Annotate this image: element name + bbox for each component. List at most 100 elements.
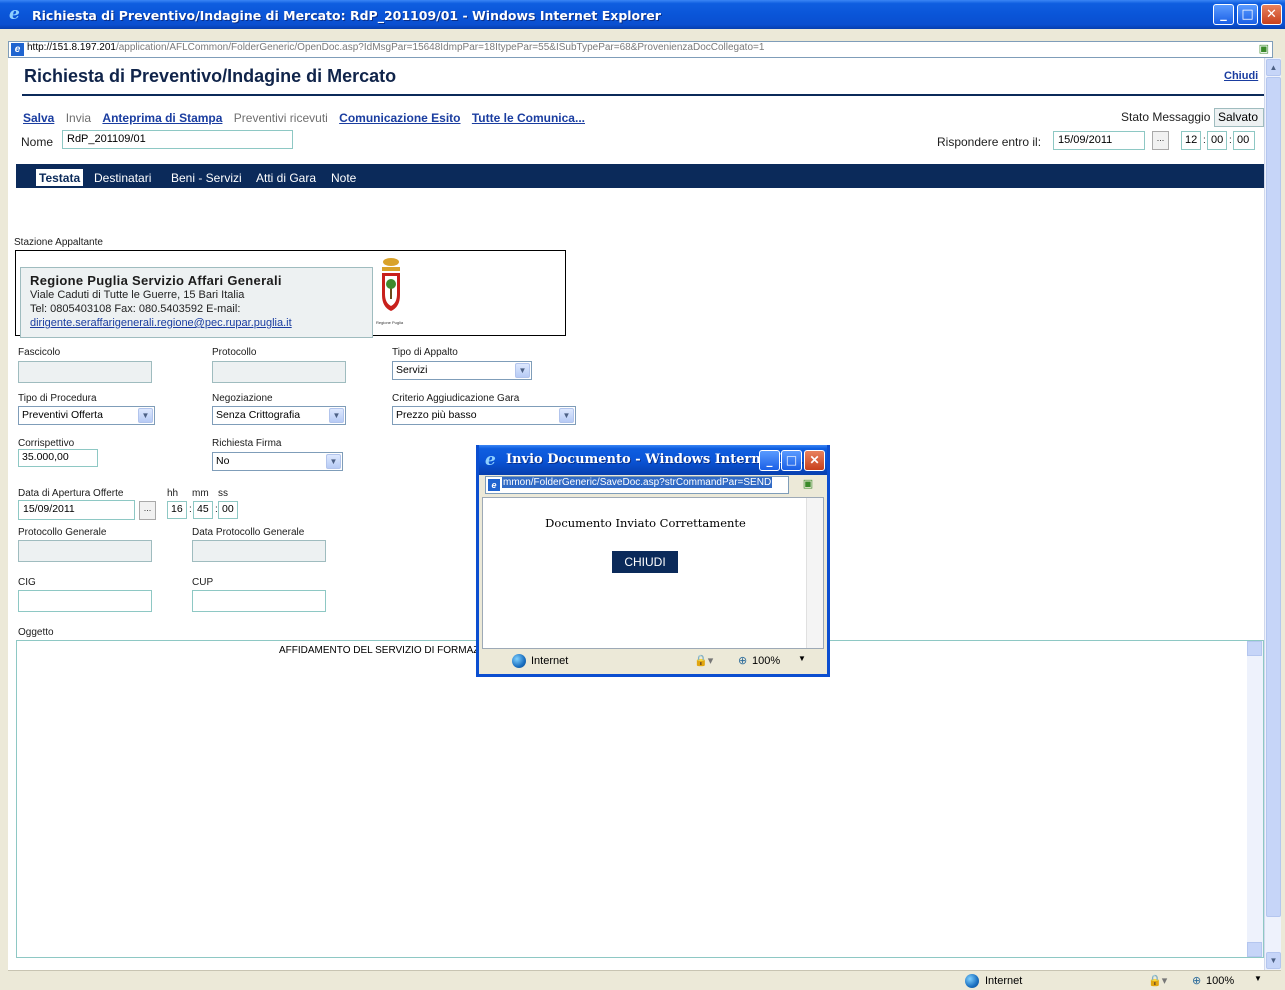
url-host: http://151.8.197.201 (27, 42, 116, 53)
popup-zone: Internet (531, 655, 569, 667)
maximize-icon[interactable]: □ (781, 450, 802, 471)
stato-value: Salvato (1214, 108, 1264, 127)
oggetto-textarea[interactable]: AFFIDAMENTO DEL SERVIZIO DI FORMAZ (16, 640, 1264, 958)
tab-destinatari[interactable]: Destinatari (94, 171, 151, 185)
tutte-comunicazioni-link[interactable]: Tutte le Comunica... (472, 111, 585, 125)
station-label: Stazione Appaltante (14, 237, 103, 248)
salva-link[interactable]: Salva (23, 111, 54, 125)
protocollo-generale-field (18, 540, 152, 562)
chiudi-button[interactable]: CHIUDI (612, 551, 678, 573)
security-icon[interactable]: 🔒▾ (694, 654, 713, 667)
status-zoom[interactable]: 100% (1206, 975, 1234, 987)
scroll-down-icon[interactable] (1247, 942, 1262, 957)
chevron-down-icon[interactable]: ▼ (138, 408, 153, 423)
oggetto-text: AFFIDAMENTO DEL SERVIZIO DI FORMAZ (279, 645, 480, 656)
security-icon[interactable]: 🔒▾ (1148, 974, 1167, 987)
scroll-thumb[interactable] (1266, 77, 1281, 917)
hh-label: hh (167, 488, 179, 499)
criterio-select[interactable]: Prezzo più basso ▼ (392, 406, 576, 425)
rispondere-ss-field[interactable]: 00 (1233, 131, 1255, 150)
popup-status-bar: Internet 🔒▾ ⊕ 100% ▼ (482, 651, 824, 671)
anteprima-link[interactable]: Anteprima di Stampa (102, 111, 222, 125)
invio-documento-popup: e Invio Documento - Windows Internet E..… (476, 445, 830, 677)
globe-icon (512, 654, 526, 668)
address-bar[interactable]: e http://151.8.197.201/application/AFLCom… (8, 41, 1273, 58)
close-icon[interactable]: ✕ (1261, 4, 1282, 25)
stato-label: Stato Messaggio (1121, 110, 1211, 124)
popup-zoom[interactable]: 100% (752, 655, 780, 667)
popup-address-bar[interactable]: e mmon/FolderGeneric/SaveDoc.asp?strComma… (485, 476, 789, 494)
maximize-icon[interactable]: □ (1237, 4, 1258, 25)
popup-title-bar[interactable]: e Invio Documento - Windows Internet E..… (479, 445, 827, 475)
comunicazione-link[interactable]: Comunicazione Esito (339, 111, 460, 125)
zoom-icon: ⊕ (738, 655, 748, 667)
negoziazione-select[interactable]: Senza Crittografia ▼ (212, 406, 346, 425)
nome-field[interactable]: RdP_201109/01 (62, 130, 293, 149)
compat-icon[interactable]: ▣ (1259, 42, 1269, 55)
data-apertura-field[interactable]: 15/09/2011 (18, 500, 135, 520)
tab-beni-servizi[interactable]: Beni - Servizi (171, 171, 242, 185)
nome-label: Nome (21, 135, 54, 149)
tipo-appalto-value: Servizi (396, 364, 428, 376)
tab-atti-di-gara[interactable]: Atti di Gara (256, 171, 316, 185)
station-card: Regione Puglia Servizio Affari Generali … (20, 267, 373, 338)
station-email-link[interactable]: dirigente.seraffarigenerali.regione@pec.… (30, 316, 363, 330)
minimize-icon[interactable]: _ (759, 450, 780, 471)
scroll-up-icon[interactable] (1247, 641, 1262, 656)
rispondere-date-field[interactable]: 15/09/2011 (1053, 131, 1145, 150)
fascicolo-label: Fascicolo (18, 347, 61, 358)
protocollo-field (212, 361, 346, 383)
rispondere-mm-field[interactable]: 00 (1207, 131, 1227, 150)
preventivi-link[interactable]: Preventivi ricevuti (234, 111, 328, 125)
apertura-hh-field[interactable]: 16 (167, 501, 187, 519)
scroll-down-icon[interactable]: ▼ (1266, 952, 1281, 969)
negoziazione-value: Senza Crittografia (216, 409, 301, 421)
minimize-icon[interactable]: _ (1213, 4, 1234, 25)
close-icon[interactable]: ✕ (804, 450, 825, 471)
chevron-down-icon[interactable]: ▼ (559, 408, 574, 423)
cup-field[interactable] (192, 590, 326, 612)
tab-note[interactable]: Note (331, 171, 356, 185)
chevron-down-icon[interactable]: ▼ (329, 408, 344, 423)
tipo-appalto-label: Tipo di Appalto (392, 347, 458, 358)
corrispettivo-field[interactable]: 35.000,00 (18, 449, 98, 467)
tipo-procedura-select[interactable]: Preventivi Offerta ▼ (18, 406, 155, 425)
invia-link[interactable]: Invia (66, 111, 91, 125)
rispondere-hh-field[interactable]: 12 (1181, 131, 1201, 150)
corrispettivo-label: Corrispettivo (18, 438, 75, 449)
richiesta-firma-select[interactable]: No ▼ (212, 452, 343, 471)
tab-bar: Testata Destinatari Beni - Servizi Atti … (16, 164, 1264, 188)
url-path: /application/AFLCommon/FolderGeneric/Ope… (115, 42, 765, 53)
ss-label: ss (218, 488, 228, 499)
compat-icon[interactable]: ▣ (799, 477, 817, 493)
apertura-mm-field[interactable]: 45 (193, 501, 213, 519)
oggetto-scrollbar[interactable] (1247, 641, 1263, 957)
station-contacts: Tel: 0805403108 Fax: 080.5403592 E-mail: (30, 303, 241, 315)
tab-testata[interactable]: Testata (36, 169, 84, 186)
cig-field[interactable] (18, 590, 152, 612)
popup-body: Documento Inviato Correttamente CHIUDI (482, 497, 824, 649)
data-apertura-picker-button[interactable]: ... (139, 501, 156, 520)
scroll-up-icon[interactable]: ▲ (1266, 59, 1281, 76)
ie-logo-icon: e (9, 4, 20, 24)
page-icon: e (11, 43, 24, 56)
protocollo-generale-label: Protocollo Generale (18, 527, 107, 538)
regione-puglia-logo (378, 255, 404, 325)
zoom-dropdown-icon[interactable]: ▼ (1254, 974, 1262, 983)
rispondere-date-picker-button[interactable]: ... (1152, 131, 1169, 150)
protocollo-label: Protocollo (212, 347, 257, 358)
oggetto-label: Oggetto (18, 627, 54, 638)
close-link[interactable]: Chiudi (1224, 70, 1258, 82)
ie-logo-icon: e (485, 450, 496, 470)
chevron-down-icon[interactable]: ▼ (515, 363, 530, 378)
tipo-appalto-select[interactable]: Servizi ▼ (392, 361, 532, 380)
window-title-bar[interactable]: e Richiesta di Preventivo/Indagine di Me… (0, 0, 1285, 29)
richiesta-firma-label: Richiesta Firma (212, 438, 282, 449)
criterio-value: Prezzo più basso (396, 409, 477, 421)
negoziazione-label: Negoziazione (212, 393, 273, 404)
apertura-ss-field[interactable]: 00 (218, 501, 238, 519)
zoom-dropdown-icon[interactable]: ▼ (798, 654, 806, 663)
page-scrollbar[interactable]: ▲ ▼ (1264, 58, 1281, 970)
chevron-down-icon[interactable]: ▼ (326, 454, 341, 469)
popup-scrollbar[interactable] (806, 498, 823, 648)
